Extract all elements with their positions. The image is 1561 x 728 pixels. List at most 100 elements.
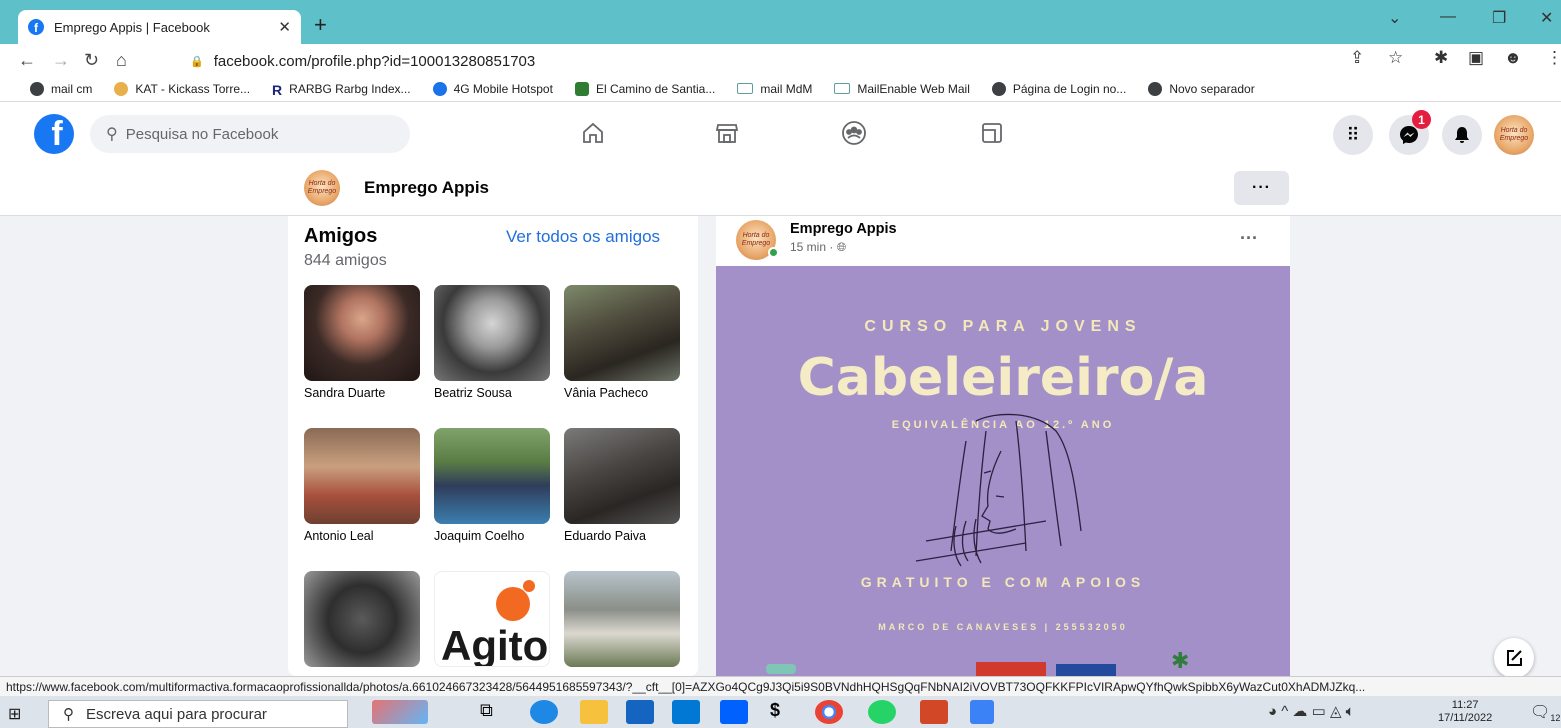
eu-logo	[1056, 664, 1116, 676]
clock-time: 11:27	[1451, 699, 1479, 711]
camino-icon	[574, 81, 589, 96]
friend-photo[interactable]	[304, 571, 420, 667]
globe-icon	[30, 81, 44, 96]
friend-name[interactable]: Sandra Duarte	[304, 386, 385, 400]
friend-photo[interactable]	[564, 571, 680, 667]
back-icon[interactable]: ←	[18, 50, 36, 71]
app-icon[interactable]	[530, 700, 558, 724]
profile-name[interactable]: Emprego Appis	[364, 178, 489, 198]
browser-menu-icon[interactable]: ⋮	[1546, 48, 1561, 68]
post-timestamp[interactable]: 15 min · 🌐︎	[790, 240, 846, 255]
tab-search-chevron-icon[interactable]: ⌄	[1388, 8, 1401, 28]
taskbar-search-input[interactable]: ⚲ Escreva aqui para procurar	[48, 700, 348, 728]
url-text: facebook.com/profile.php?id=100013280851…	[213, 52, 536, 70]
friend-photo[interactable]	[564, 428, 680, 524]
menu-grid-icon[interactable]: ⠿	[1333, 115, 1373, 155]
globe-icon: 🌐︎	[836, 240, 847, 254]
groups-nav-icon[interactable]	[836, 116, 872, 150]
forward-icon[interactable]: →	[52, 50, 70, 71]
whatsapp-icon[interactable]	[868, 700, 896, 724]
profile-avatar-icon[interactable]: ☻	[1504, 48, 1522, 68]
agito-logo: Agito	[441, 580, 548, 666]
facebook-search-input[interactable]: ⚲ Pesquisa no Facebook	[90, 115, 410, 153]
powerpoint-icon[interactable]	[920, 700, 948, 724]
bookmark-item[interactable]: MailEnable Web Mail	[834, 82, 970, 96]
friend-name[interactable]: Beatriz Sousa	[434, 386, 512, 400]
taskbar-clock[interactable]: 11:27 17/11/2022	[1438, 699, 1492, 725]
account-avatar[interactable]: Horta do Emprego	[1494, 115, 1534, 155]
online-status-dot	[768, 247, 779, 258]
search-icon: ⚲	[63, 706, 74, 723]
friends-title: Amigos	[304, 225, 378, 247]
friend-photo[interactable]	[304, 428, 420, 524]
calendar-icon[interactable]	[970, 700, 994, 724]
friend-photo[interactable]	[434, 285, 550, 381]
file-explorer-icon[interactable]	[580, 700, 608, 724]
bookmark-item[interactable]: mail cm	[30, 81, 92, 96]
mail-icon	[737, 83, 754, 94]
lock-icon: 🔒	[190, 55, 204, 68]
taskbar-search-placeholder: Escreva aqui para procurar	[86, 705, 267, 723]
close-window-button[interactable]: ✕	[1540, 8, 1553, 28]
post-author-name[interactable]: Emprego Appis	[790, 221, 897, 237]
task-view-icon[interactable]: ⧉	[480, 700, 508, 724]
mail-icon[interactable]	[672, 700, 700, 724]
new-tab-button[interactable]: +	[314, 12, 327, 38]
mail-icon	[834, 83, 851, 94]
dropbox-icon[interactable]	[720, 700, 748, 724]
minimize-button[interactable]: —	[1440, 8, 1456, 26]
friend-name[interactable]: Vânia Pacheco	[564, 386, 648, 400]
bookmark-item[interactable]: El Camino de Santia...	[574, 81, 715, 96]
bookmark-item[interactable]: Novo separador	[1148, 81, 1255, 96]
friend-photo[interactable]: Agito	[434, 571, 550, 667]
bookmark-item[interactable]: mail MdM	[737, 82, 812, 96]
friend-name[interactable]: Antonio Leal	[304, 529, 374, 543]
url-bar[interactable]: 🔒 facebook.com/profile.php?id=1000132808…	[178, 49, 1418, 73]
tab-title: Emprego Appis | Facebook	[54, 19, 210, 35]
windows-start-icon[interactable]: ⊞	[8, 704, 21, 724]
home-icon[interactable]: ⌂	[116, 50, 127, 71]
globe-icon	[991, 81, 1006, 96]
clock-date: 17/11/2022	[1438, 712, 1493, 724]
marketplace-nav-icon[interactable]	[709, 116, 745, 150]
side-panel-icon[interactable]: ▣	[1468, 48, 1484, 68]
profile-sticky-bar	[0, 160, 1561, 216]
gaming-nav-icon[interactable]	[974, 116, 1010, 150]
maximize-button[interactable]: ❐	[1492, 8, 1506, 28]
home-nav-icon[interactable]	[575, 116, 611, 150]
poster-line1: CURSO PARA JOVENS	[864, 318, 1142, 335]
friend-name[interactable]: Eduardo Paiva	[564, 529, 646, 543]
friends-count: 844 amigos	[304, 252, 387, 269]
bookmark-item[interactable]: 4G Mobile Hotspot	[432, 81, 553, 96]
profile-more-button[interactable]: ···	[1234, 171, 1289, 205]
system-tray-icons[interactable]: ◕ ^ ☁ ▭ ◬ 🔈︎	[1268, 702, 1355, 720]
browser-tab[interactable]: f Emprego Appis | Facebook ✕	[18, 10, 301, 44]
profile-avatar[interactable]: Horta do Emprego	[304, 170, 340, 206]
new-message-button[interactable]	[1494, 638, 1534, 678]
bookmark-item[interactable]: KAT - Kickass Torre...	[114, 81, 250, 96]
search-highlight-icon[interactable]	[372, 700, 428, 724]
notification-center-icon[interactable]: 🗨︎12	[1530, 702, 1560, 723]
app-icon[interactable]: $	[770, 700, 798, 724]
partner-logo	[766, 664, 796, 674]
friend-name[interactable]: Joaquim Coelho	[434, 529, 524, 543]
store-icon[interactable]	[626, 700, 654, 724]
notifications-bell-icon[interactable]	[1442, 115, 1482, 155]
bookmark-star-icon[interactable]: ☆	[1388, 48, 1403, 68]
facebook-logo-icon[interactable]: f	[34, 114, 74, 154]
friend-photo[interactable]	[434, 428, 550, 524]
friend-photo[interactable]	[304, 285, 420, 381]
bookmark-item[interactable]: R RARBG Rarbg Index...	[272, 82, 411, 98]
friend-photo[interactable]	[564, 285, 680, 381]
share-icon[interactable]: ⇪	[1350, 48, 1364, 68]
see-all-friends-link[interactable]: Ver todos os amigos	[506, 227, 660, 247]
reload-icon[interactable]: ↻	[84, 50, 99, 71]
close-tab-icon[interactable]: ✕	[278, 18, 291, 36]
chrome-icon[interactable]	[815, 700, 843, 724]
post-more-button[interactable]: ···	[1240, 228, 1258, 249]
post-image[interactable]: CURSO PARA JOVENS Cabeleireiro/a EQUIVAL…	[716, 266, 1290, 676]
extensions-icon[interactable]: ✱	[1434, 48, 1448, 68]
search-placeholder: Pesquisa no Facebook	[125, 125, 279, 143]
poster-title: Cabeleireiro/a	[797, 348, 1209, 408]
bookmark-item[interactable]: Página de Login no...	[991, 81, 1126, 96]
